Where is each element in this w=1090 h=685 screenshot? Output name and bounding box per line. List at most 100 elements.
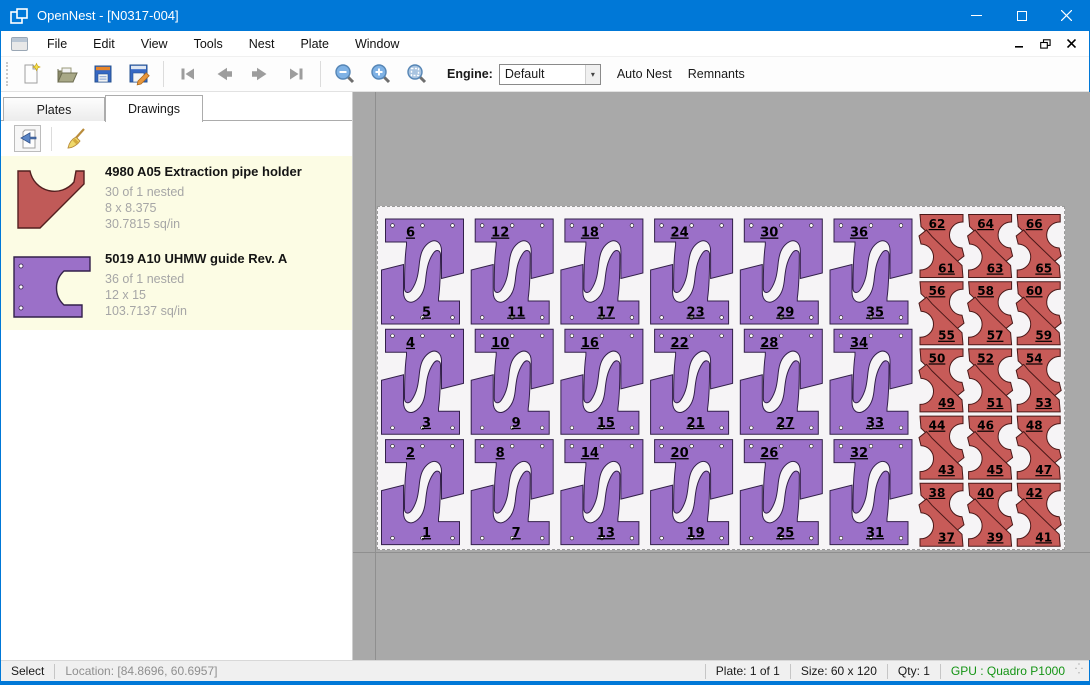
purple-part-pair[interactable]: 2625 xyxy=(740,440,822,545)
part-number-label: 33 xyxy=(866,416,884,431)
purple-part-pair[interactable]: 1615 xyxy=(561,329,643,434)
menu-view[interactable]: View xyxy=(128,33,181,55)
nested-parts-layout: 6512111817242330293635431091615222128273… xyxy=(378,207,1064,549)
purple-part-pair[interactable]: 3029 xyxy=(740,219,822,324)
mdi-close-button[interactable] xyxy=(1061,35,1081,53)
auto-nest-button[interactable]: Auto Nest xyxy=(609,62,680,86)
drawing-area: 30.7815 sq/in xyxy=(105,216,352,232)
tab-plates[interactable]: Plates xyxy=(3,97,105,121)
red-part-pair[interactable]: 5453 xyxy=(1016,349,1061,412)
menu-edit[interactable]: Edit xyxy=(80,33,128,55)
red-part-pair[interactable]: 6059 xyxy=(1016,282,1061,345)
menu-file[interactable]: File xyxy=(34,33,80,55)
status-qty: Qty: 1 xyxy=(888,664,940,678)
part-number-label: 12 xyxy=(491,226,509,241)
remnants-button[interactable]: Remnants xyxy=(680,62,753,86)
part-number-label: 64 xyxy=(977,217,994,231)
part-number-label: 61 xyxy=(938,262,955,276)
purple-part-pair[interactable]: 2423 xyxy=(651,219,733,324)
nav-first-button[interactable] xyxy=(175,61,201,87)
nav-prev-button[interactable] xyxy=(211,61,237,87)
part-number-label: 8 xyxy=(496,446,505,461)
mdi-document-icon[interactable] xyxy=(11,37,28,51)
part-number-label: 2 xyxy=(406,446,415,461)
purple-part-pair[interactable]: 1413 xyxy=(561,440,643,545)
red-part-pair[interactable]: 4039 xyxy=(968,483,1013,546)
menu-window[interactable]: Window xyxy=(342,33,412,55)
purple-part-pair[interactable]: 21 xyxy=(382,440,464,545)
purple-part-pair[interactable]: 3635 xyxy=(830,219,912,324)
purple-part-pair[interactable]: 3231 xyxy=(830,440,912,545)
mdi-minimize-button[interactable] xyxy=(1009,35,1029,53)
window-title: OpenNest - [N0317-004] xyxy=(37,8,954,23)
purple-part-pair[interactable]: 87 xyxy=(471,440,553,545)
red-part-pair[interactable]: 6665 xyxy=(1016,215,1061,278)
open-file-button[interactable] xyxy=(54,61,80,87)
menu-nest[interactable]: Nest xyxy=(236,33,288,55)
status-size: Size: 60 x 120 xyxy=(791,664,887,678)
purple-part-pair[interactable]: 2019 xyxy=(651,440,733,545)
part-number-label: 26 xyxy=(760,446,778,461)
red-part-pair[interactable]: 5655 xyxy=(919,282,964,345)
part-number-label: 40 xyxy=(977,486,994,500)
save-button[interactable] xyxy=(90,61,116,87)
menu-plate[interactable]: Plate xyxy=(287,33,342,55)
drawing-item-uhmw-guide[interactable]: 5019 A10 UHMW guide Rev. A 36 of 1 neste… xyxy=(1,243,352,330)
red-part-pair[interactable]: 6261 xyxy=(919,215,964,278)
part-number-label: 42 xyxy=(1026,486,1043,500)
save-as-icon xyxy=(127,62,151,86)
nest-canvas[interactable]: 6512111817242330293635431091615222128273… xyxy=(353,92,1090,660)
red-part-pair[interactable]: 5857 xyxy=(968,282,1013,345)
part-number-label: 1 xyxy=(422,526,431,541)
import-drawing-button[interactable] xyxy=(14,125,41,152)
red-part-pair[interactable]: 4645 xyxy=(968,416,1013,479)
purple-part-pair[interactable]: 2827 xyxy=(740,329,822,434)
resize-grip-icon[interactable]: ⁛ xyxy=(1075,665,1087,677)
drawing-item-extraction-pipe-holder[interactable]: 4980 A05 Extraction pipe holder 30 of 1 … xyxy=(1,156,352,243)
red-part-pair[interactable]: 6463 xyxy=(968,215,1013,278)
purple-part-pair[interactable]: 65 xyxy=(382,219,464,324)
mdi-restore-button[interactable] xyxy=(1035,35,1055,53)
red-part-pair[interactable]: 5049 xyxy=(919,349,964,412)
red-part-pair[interactable]: 5251 xyxy=(968,349,1013,412)
engine-select[interactable]: Default ▾ xyxy=(499,64,601,85)
clear-broom-button[interactable] xyxy=(62,125,89,152)
purple-part-pair[interactable]: 1817 xyxy=(561,219,643,324)
part-number-label: 22 xyxy=(671,336,689,351)
zoom-in-button[interactable] xyxy=(368,61,394,87)
part-number-label: 19 xyxy=(687,526,705,541)
red-part-pair[interactable]: 42 41 xyxy=(1016,483,1061,546)
part-number-label: 46 xyxy=(977,419,994,433)
purple-part-pair[interactable]: 1211 xyxy=(471,219,553,324)
zoom-out-button[interactable] xyxy=(332,61,358,87)
minimize-icon xyxy=(971,10,982,21)
purple-part-pair[interactable]: 109 xyxy=(471,329,553,434)
tab-drawings[interactable]: Drawings xyxy=(105,95,203,122)
nav-last-button[interactable] xyxy=(283,61,309,87)
engine-label: Engine: xyxy=(447,67,493,81)
new-file-button[interactable] xyxy=(18,61,44,87)
status-location: Location: [84.8696, 60.6957] xyxy=(55,664,227,678)
menu-tools[interactable]: Tools xyxy=(181,33,236,55)
engine-dropdown-arrow-icon[interactable]: ▾ xyxy=(585,65,600,84)
red-part-pair[interactable]: 3837 xyxy=(919,483,964,546)
zoom-fit-button[interactable] xyxy=(404,61,430,87)
maximize-button[interactable] xyxy=(999,0,1044,31)
save-as-button[interactable] xyxy=(126,61,152,87)
part-number-label: 6 xyxy=(406,226,415,241)
minimize-button[interactable] xyxy=(954,0,999,31)
red-part-pair[interactable]: 4443 xyxy=(919,416,964,479)
drawing-thumbnail xyxy=(1,156,105,243)
plate-sheet[interactable]: 6512111817242330293635431091615222128273… xyxy=(377,206,1065,550)
purple-part-pair[interactable]: 3433 xyxy=(830,329,912,434)
purple-part-pair[interactable]: 2221 xyxy=(651,329,733,434)
purple-part-pair[interactable]: 43 xyxy=(382,329,464,434)
part-number-label: 55 xyxy=(938,329,955,343)
toolbar-grip[interactable] xyxy=(6,62,9,86)
part-number-label: 41 xyxy=(1035,530,1052,544)
part-number-label: 60 xyxy=(1026,284,1043,298)
close-button[interactable] xyxy=(1044,0,1089,31)
red-part-pair[interactable]: 4847 xyxy=(1016,416,1061,479)
part-number-label: 31 xyxy=(866,526,884,541)
nav-next-button[interactable] xyxy=(247,61,273,87)
